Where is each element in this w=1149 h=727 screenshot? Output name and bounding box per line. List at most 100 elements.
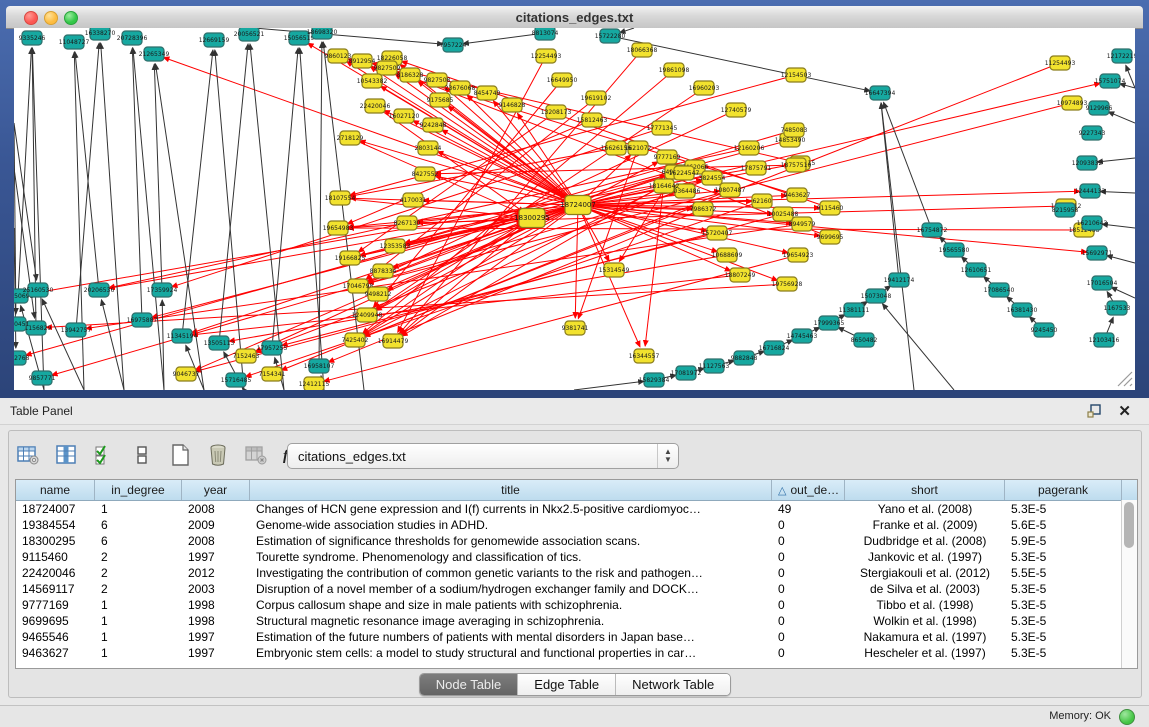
- column-header-year[interactable]: year: [182, 480, 250, 500]
- column-visibility-icon[interactable]: [53, 442, 79, 468]
- svg-text:9699695: 9699695: [817, 234, 844, 241]
- cell-pagerank: 5.3E-5: [1005, 598, 1122, 612]
- svg-text:8813074: 8813074: [532, 30, 559, 37]
- svg-text:19756928: 19756928: [772, 281, 803, 288]
- delete-table-icon[interactable]: [205, 442, 231, 468]
- svg-text:7154341: 7154341: [259, 371, 286, 378]
- svg-text:17359924: 17359924: [147, 287, 178, 294]
- table-row[interactable]: 946362711997Embryonic stem cells: a mode…: [16, 645, 1137, 661]
- svg-text:12740579: 12740579: [721, 107, 752, 114]
- table-row[interactable]: 911546021997Tourette syndrome. Phenomeno…: [16, 549, 1137, 565]
- network-window: citations_edges.txt 18724007183002951822…: [0, 0, 1149, 398]
- cell-short: de Silva et al. (2003): [845, 582, 1005, 596]
- svg-text:8949579: 8949579: [789, 221, 816, 228]
- svg-text:12154503: 12154503: [781, 72, 812, 79]
- svg-text:15314549: 15314549: [599, 267, 630, 274]
- network-canvas[interactable]: 1872400718300295182260589827509891295498…: [14, 28, 1135, 390]
- table-row[interactable]: 2242004622012Investigating the contribut…: [16, 565, 1137, 581]
- svg-text:4170031: 4170031: [400, 197, 427, 204]
- cell-out_de: 0: [772, 534, 845, 548]
- svg-text:16210643: 16210643: [1077, 220, 1108, 227]
- cell-out_de: 0: [772, 598, 845, 612]
- cell-pagerank: 5.9E-5: [1005, 534, 1122, 548]
- svg-text:17875791: 17875791: [741, 165, 772, 172]
- svg-text:9777169: 9777169: [654, 154, 681, 161]
- cell-out_de: 0: [772, 518, 845, 532]
- table-scrollbar-thumb[interactable]: [1124, 502, 1134, 548]
- new-table-icon[interactable]: [167, 442, 193, 468]
- svg-text:15056519: 15056519: [284, 35, 315, 42]
- svg-text:9146828: 9146828: [499, 102, 526, 109]
- svg-text:20728396: 20728396: [117, 35, 148, 42]
- table-row[interactable]: 1456911722003Disruption of a novel membe…: [16, 581, 1137, 597]
- network-window-titlebar[interactable]: citations_edges.txt: [6, 6, 1143, 29]
- column-header-short[interactable]: short: [845, 480, 1005, 500]
- table-selector-dropdown[interactable]: citations_edges.txt ▲▼: [287, 443, 679, 469]
- attribute-select-icon[interactable]: [91, 442, 117, 468]
- svg-text:12610651: 12610651: [961, 267, 992, 274]
- svg-text:16975887: 16975887: [127, 317, 158, 324]
- cell-out_de: 0: [772, 550, 845, 564]
- table-row[interactable]: 1830029562008Estimation of significance …: [16, 533, 1137, 549]
- memory-status-label: Memory: OK: [1049, 710, 1111, 722]
- table-scrollbar[interactable]: [1121, 500, 1137, 668]
- table-row[interactable]: 1872400712008Changes of HCN gene express…: [16, 501, 1137, 517]
- svg-text:25160530: 25160530: [23, 287, 54, 294]
- node-table: namein_degreeyeartitle△out_de…shortpager…: [15, 479, 1138, 669]
- tab-node-table[interactable]: Node Table: [420, 674, 519, 695]
- svg-text:12254493: 12254493: [531, 53, 562, 60]
- tab-network-table[interactable]: Network Table: [616, 674, 730, 695]
- cell-out_de: 0: [772, 614, 845, 628]
- svg-text:19861098: 19861098: [659, 67, 690, 74]
- table-row[interactable]: 946554611997Estimation of the future num…: [16, 629, 1137, 645]
- cell-in_degree: 1: [95, 630, 182, 644]
- cell-short: Dudbridge et al. (2008): [845, 534, 1005, 548]
- cell-in_degree: 2: [95, 550, 182, 564]
- column-header-title[interactable]: title: [250, 480, 772, 500]
- row-height-icon[interactable]: [129, 442, 155, 468]
- cell-year: 1998: [182, 598, 250, 612]
- svg-text:9115460: 9115460: [817, 205, 844, 212]
- svg-text:18698320: 18698320: [307, 29, 338, 36]
- column-header-out_de[interactable]: △out_de…: [772, 480, 845, 500]
- table-row[interactable]: 977716911998Corpus callosum shape and si…: [16, 597, 1137, 613]
- svg-text:2718129: 2718129: [337, 135, 364, 142]
- svg-text:12353583: 12353583: [380, 243, 411, 250]
- cell-year: 2012: [182, 566, 250, 580]
- svg-text:8912954: 8912954: [349, 58, 376, 65]
- svg-text:15716485: 15716485: [221, 377, 252, 384]
- table-row[interactable]: 969969511998Structural magnetic resonanc…: [16, 613, 1137, 629]
- cell-pagerank: 5.5E-5: [1005, 566, 1122, 580]
- table-row[interactable]: 1938455462009Genome-wide association stu…: [16, 517, 1137, 533]
- svg-text:7986372: 7986372: [690, 206, 717, 213]
- column-header-name[interactable]: name: [16, 480, 95, 500]
- tab-edge-table[interactable]: Edge Table: [518, 674, 616, 695]
- svg-text:9046737: 9046737: [173, 371, 200, 378]
- svg-text:12669159: 12669159: [199, 37, 230, 44]
- svg-text:7152463: 7152463: [233, 353, 260, 360]
- svg-text:9857771: 9857771: [29, 375, 56, 382]
- cell-year: 1998: [182, 614, 250, 628]
- svg-text:15829384: 15829384: [639, 377, 670, 384]
- svg-text:16647394: 16647394: [865, 90, 896, 97]
- float-window-icon[interactable]: [1087, 403, 1103, 419]
- table-settings-icon[interactable]: [15, 442, 41, 468]
- svg-text:7485083: 7485083: [781, 127, 808, 134]
- svg-text:15692971: 15692971: [1082, 250, 1113, 257]
- cell-name: 18724007: [16, 502, 95, 516]
- svg-text:16027120: 16027120: [389, 113, 420, 120]
- close-panel-icon[interactable]: ✕: [1118, 402, 1131, 420]
- svg-text:22420046: 22420046: [360, 103, 391, 110]
- column-header-pagerank[interactable]: pagerank: [1005, 480, 1122, 500]
- column-header-in_degree[interactable]: in_degree: [95, 480, 182, 500]
- svg-text:17999365: 17999365: [814, 320, 845, 327]
- cell-short: Nakamura et al. (1997): [845, 630, 1005, 644]
- svg-text:7425402: 7425402: [342, 337, 369, 344]
- svg-text:9242848: 9242848: [420, 122, 447, 129]
- svg-text:11381111: 11381111: [839, 307, 870, 314]
- svg-text:16914479: 16914479: [378, 338, 409, 345]
- citation-network-graph[interactable]: 1872400718300295182260589827509891295498…: [14, 28, 1135, 390]
- svg-text:17086540: 17086540: [984, 287, 1015, 294]
- cell-year: 2009: [182, 518, 250, 532]
- cell-short: Jankovic et al. (1997): [845, 550, 1005, 564]
